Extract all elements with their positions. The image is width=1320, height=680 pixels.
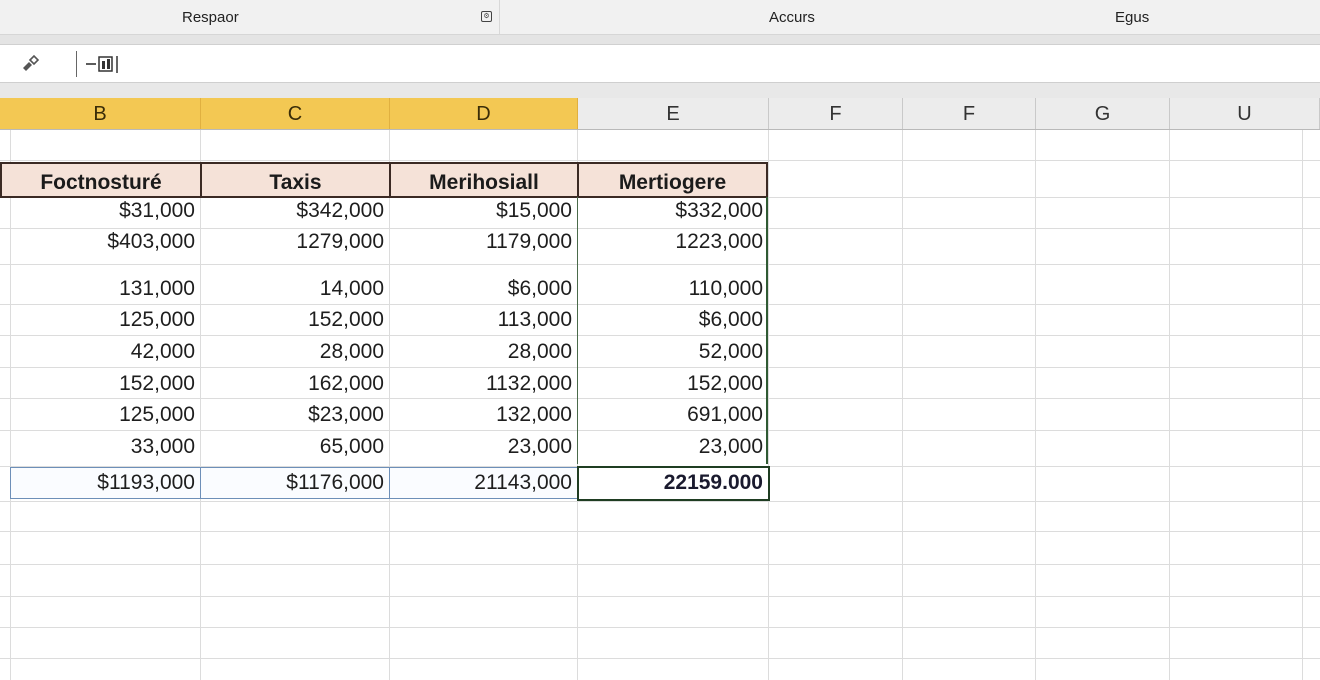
cell-e-row1[interactable]: $332,000 (577, 199, 768, 223)
formula-bar (0, 45, 1320, 83)
cell-c-row7[interactable]: $23,000 (200, 403, 389, 427)
cell-b-row2[interactable]: $403,000 (10, 230, 200, 254)
cell-d-row8[interactable]: 23,000 (389, 435, 577, 459)
cell-b-row3[interactable]: 131,000 (10, 277, 200, 301)
cell-c-row4[interactable]: 152,000 (200, 308, 389, 332)
cell-d-row4[interactable]: 113,000 (389, 308, 577, 332)
cell-d-row3[interactable]: $6,000 (389, 277, 577, 301)
toolbar-gap (0, 83, 1320, 98)
tab-respaor[interactable]: Respaor (182, 9, 239, 26)
total-cell-d[interactable]: 21143,000 (389, 471, 577, 495)
cell-c-row1[interactable]: $342,000 (200, 199, 389, 223)
table-header-taxis[interactable]: Taxis (200, 162, 391, 198)
cell-d-row2[interactable]: 1179,000 (389, 230, 577, 254)
cell-e-row4[interactable]: $6,000 (577, 308, 768, 332)
table-header-merihosiall[interactable]: Merihosiall (389, 162, 579, 198)
cell-e-row8[interactable]: 23,000 (577, 435, 768, 459)
settings-icon[interactable]: ⚙ (481, 11, 492, 22)
column-header-e[interactable]: E (578, 98, 769, 129)
format-painter-icon[interactable] (20, 54, 42, 72)
ribbon-strip (0, 35, 1320, 45)
cell-b-row4[interactable]: 125,000 (10, 308, 200, 332)
table-header-foctnosture[interactable]: Foctnosturé (0, 162, 202, 198)
column-header-u[interactable]: U (1170, 98, 1320, 129)
table-header-mertiogere[interactable]: Mertiogere (577, 162, 768, 198)
column-header-c[interactable]: C (201, 98, 390, 129)
function-icon[interactable] (84, 54, 124, 74)
cell-d-row6[interactable]: 1132,000 (389, 372, 577, 396)
cell-e-row3[interactable]: 110,000 (577, 277, 768, 301)
cell-b-row7[interactable]: 125,000 (10, 403, 200, 427)
cell-d-row5[interactable]: 28,000 (389, 340, 577, 364)
total-cell-b[interactable]: $1193,000 (10, 471, 200, 495)
cell-c-row3[interactable]: 14,000 (200, 277, 389, 301)
cell-e-row6[interactable]: 152,000 (577, 372, 768, 396)
cell-c-row8[interactable]: 65,000 (200, 435, 389, 459)
formula-divider (76, 51, 77, 77)
cell-e-row2[interactable]: 1223,000 (577, 230, 768, 254)
cell-b-row6[interactable]: 152,000 (10, 372, 200, 396)
total-cell-c[interactable]: $1176,000 (200, 471, 389, 495)
tab-separator (499, 0, 500, 34)
cell-c-row6[interactable]: 162,000 (200, 372, 389, 396)
column-header-f2[interactable]: F (903, 98, 1036, 129)
top-tab-bar: Respaor ⚙ Accurs Egus (0, 0, 1320, 35)
column-header-f[interactable]: F (769, 98, 903, 129)
cell-c-row5[interactable]: 28,000 (200, 340, 389, 364)
column-header-row: B C D E F F G U (0, 98, 1320, 130)
column-header-d[interactable]: D (390, 98, 578, 129)
cell-d-row1[interactable]: $15,000 (389, 199, 577, 223)
column-header-b[interactable]: B (0, 98, 201, 129)
cell-b-row5[interactable]: 42,000 (10, 340, 200, 364)
cell-b-row1[interactable]: $31,000 (10, 199, 200, 223)
cell-d-row7[interactable]: 132,000 (389, 403, 577, 427)
total-cell-e[interactable]: 22159.000 (577, 471, 768, 495)
column-header-g[interactable]: G (1036, 98, 1170, 129)
cell-e-row7[interactable]: 691,000 (577, 403, 768, 427)
tab-accurs[interactable]: Accurs (769, 9, 815, 26)
cell-b-row8[interactable]: 33,000 (10, 435, 200, 459)
cell-c-row2[interactable]: 1279,000 (200, 230, 389, 254)
tab-egus[interactable]: Egus (1115, 9, 1149, 26)
cell-e-row5[interactable]: 52,000 (577, 340, 768, 364)
